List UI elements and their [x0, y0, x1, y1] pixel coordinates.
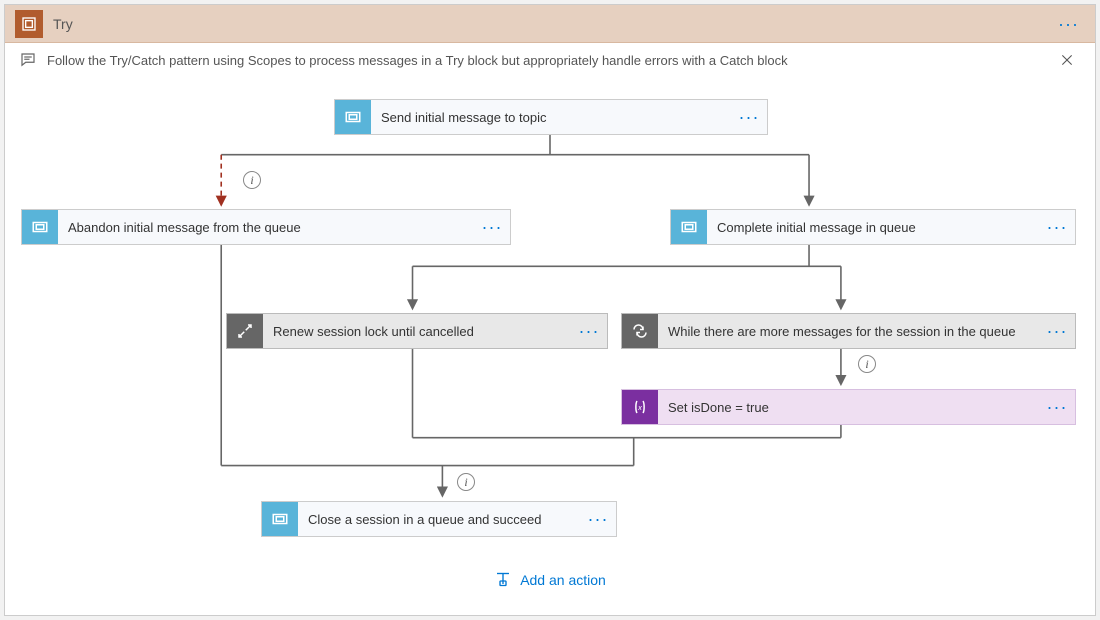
loop-icon — [227, 314, 263, 348]
try-scope-container: Try ··· Follow the Try/Catch pattern usi… — [4, 4, 1096, 616]
card-menu-button[interactable]: ··· — [474, 210, 510, 244]
info-icon[interactable]: i — [858, 355, 876, 373]
add-action-label: Add an action — [520, 572, 606, 588]
action-complete-initial-message[interactable]: Complete initial message in queue ··· — [670, 209, 1076, 245]
scope-title: Try — [53, 16, 1052, 32]
action-label: Abandon initial message from the queue — [58, 210, 474, 244]
scope-description-row: Follow the Try/Catch pattern using Scope… — [5, 43, 1095, 77]
comment-icon — [19, 51, 37, 69]
action-renew-session-lock[interactable]: Renew session lock until cancelled ··· — [226, 313, 608, 349]
scope-header[interactable]: Try ··· — [5, 5, 1095, 43]
scope-description: Follow the Try/Catch pattern using Scope… — [47, 53, 1053, 68]
action-set-isdone-true[interactable]: x Set isDone = true ··· — [621, 389, 1076, 425]
card-menu-button[interactable]: ··· — [731, 100, 767, 134]
servicebus-icon — [671, 210, 707, 244]
card-menu-button[interactable]: ··· — [1039, 390, 1075, 424]
close-description-button[interactable] — [1053, 46, 1081, 74]
card-menu-button[interactable]: ··· — [580, 502, 616, 536]
action-label: Renew session lock until cancelled — [263, 314, 571, 348]
action-label: Close a session in a queue and succeed — [298, 502, 580, 536]
scope-menu-button[interactable]: ··· — [1052, 19, 1085, 29]
servicebus-icon — [262, 502, 298, 536]
info-icon[interactable]: i — [457, 473, 475, 491]
action-close-session[interactable]: Close a session in a queue and succeed ·… — [261, 501, 617, 537]
card-menu-button[interactable]: ··· — [1039, 314, 1075, 348]
scope-icon — [15, 10, 43, 38]
action-label: While there are more messages for the se… — [658, 314, 1039, 348]
action-while-more-messages[interactable]: While there are more messages for the se… — [621, 313, 1076, 349]
add-action-icon — [494, 569, 512, 590]
servicebus-icon — [22, 210, 58, 244]
action-label: Send initial message to topic — [371, 100, 731, 134]
card-menu-button[interactable]: ··· — [1039, 210, 1075, 244]
add-action-button[interactable]: Add an action — [5, 569, 1095, 590]
action-abandon-initial-message[interactable]: Abandon initial message from the queue ·… — [21, 209, 511, 245]
servicebus-icon — [335, 100, 371, 134]
workflow-canvas: i i i Send initial message to topic ··· … — [5, 77, 1095, 615]
variable-icon: x — [622, 390, 658, 424]
loop-icon — [622, 314, 658, 348]
info-icon[interactable]: i — [243, 171, 261, 189]
card-menu-button[interactable]: ··· — [571, 314, 607, 348]
action-send-initial-message[interactable]: Send initial message to topic ··· — [334, 99, 768, 135]
action-label: Set isDone = true — [658, 390, 1039, 424]
svg-text:x: x — [637, 403, 642, 412]
action-label: Complete initial message in queue — [707, 210, 1039, 244]
